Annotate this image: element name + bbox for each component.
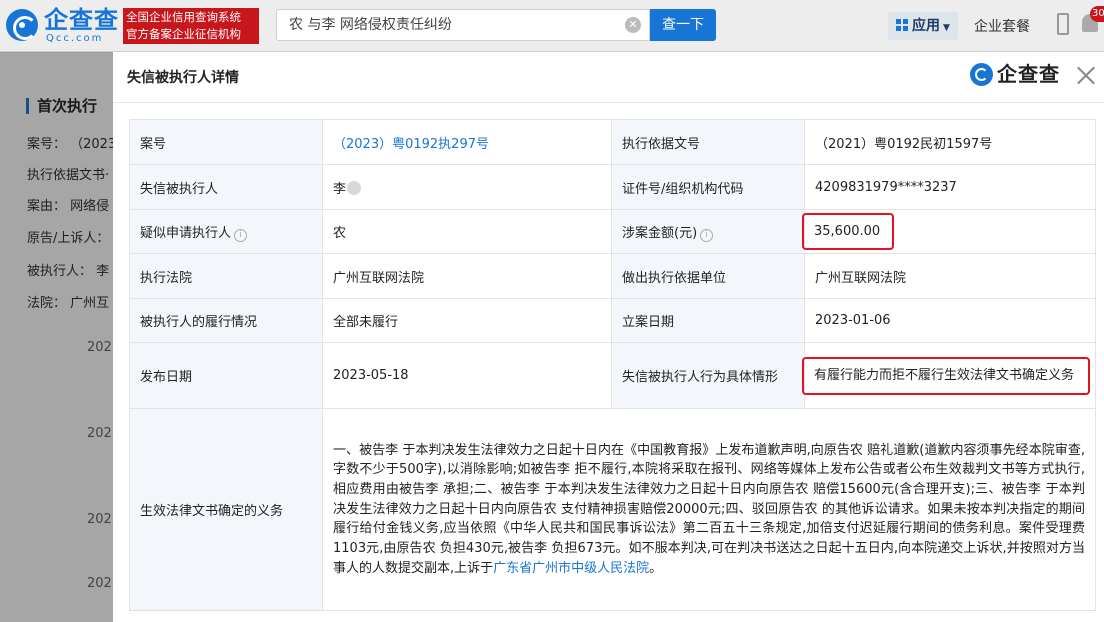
- bg-field: 法院： 广州互: [27, 296, 110, 311]
- behavior-cell: 有履行能力而拒不履行生效法律文书确定义务: [802, 342, 1096, 409]
- case-no-label: 案号: [129, 119, 323, 165]
- dishonest-debtor-detail-modal: 失信被执行人详情 企查查 案号 （2023）粤0192执297号 执行依据文号 …: [113, 52, 1104, 622]
- bg-field: 案号： （2023: [27, 137, 117, 152]
- table-row: 案号 （2023）粤0192执297号 执行依据文号 （2021）粤0192民初…: [129, 119, 1096, 165]
- qcc-logo-icon: [6, 9, 38, 41]
- redaction-mask: [347, 180, 362, 195]
- behavior-value: 有履行能力而拒不履行生效法律文书确定义务: [802, 356, 1090, 395]
- apps-menu-button[interactable]: 应用 ▼: [888, 12, 958, 40]
- logo-domain: Qcc.com: [46, 33, 104, 44]
- search-button[interactable]: 查一下: [650, 9, 716, 41]
- clear-icon[interactable]: ✕: [625, 17, 641, 33]
- mobile-app-icon[interactable]: [1057, 13, 1069, 35]
- modal-divider: [113, 102, 1104, 103]
- duty-text: 一、被告李 于本判决发生法律效力之日起十日内在《中国教育报》上发布道歉声明,向原…: [333, 442, 1085, 576]
- badge-line-2: 官方备案企业征信机构: [126, 27, 241, 41]
- table-row: 执行法院 广州互联网法院 做出执行依据单位 广州互联网法院: [129, 253, 1096, 299]
- applicant-label: 疑似申请执行人: [140, 225, 232, 241]
- qcc-logo[interactable]: 企查查 Qcc.com: [6, 7, 120, 45]
- apps-label: 应用: [912, 18, 940, 34]
- basis-unit-value: 广州互联网法院: [804, 253, 1096, 299]
- basis-doc-label: 执行依据文号: [611, 119, 805, 165]
- applicant-value: 农: [322, 209, 612, 254]
- court-value: 广州互联网法院: [322, 253, 612, 299]
- modal-logo-text: 企查查: [997, 62, 1060, 86]
- table-row: 失信被执行人 李 证件号/组织机构代码 4209831979****3237: [129, 164, 1096, 210]
- official-badge: 全国企业信用查询系统 官方备案企业征信机构: [123, 8, 259, 44]
- higher-court-link[interactable]: 广东省广州市中级人民法院: [493, 561, 649, 576]
- bg-field: 原告/上诉人：: [27, 231, 110, 246]
- duty-end: 。: [649, 560, 663, 576]
- case-no-link[interactable]: （2023）粤0192执297号: [322, 119, 612, 165]
- info-icon[interactable]: i: [700, 228, 714, 242]
- performance-value: 全部未履行: [322, 298, 612, 343]
- search-input-value: 农 与李 网络侵权责任纠纷: [289, 17, 452, 33]
- filing-date-value: 2023-01-06: [804, 298, 1096, 343]
- section-title: 首次执行: [26, 98, 97, 114]
- amount-label: 涉案金额(元): [622, 225, 698, 241]
- amount-label-cell: 涉案金额(元) i: [611, 209, 805, 254]
- notification-count-badge: 30: [1090, 6, 1104, 22]
- logo-text: 企查查: [44, 6, 119, 34]
- basis-unit-label: 做出执行依据单位: [611, 253, 805, 299]
- modal-logo: 企查查: [970, 62, 1064, 88]
- duty-cell: 一、被告李 于本判决发生法律效力之日起十日内在《中国教育报》上发布道歉声明,向原…: [322, 408, 1096, 611]
- court-label: 执行法院: [129, 253, 323, 299]
- modal-title: 失信被执行人详情: [127, 70, 239, 86]
- detail-table: 案号 （2023）粤0192执297号 执行依据文号 （2021）粤0192民初…: [129, 119, 1096, 611]
- person-value: 李: [333, 181, 347, 197]
- info-icon[interactable]: i: [234, 228, 248, 242]
- basis-doc-value: （2021）粤0192民初1597号: [804, 119, 1096, 165]
- table-row: 发布日期 2023-05-18 失信被执行人行为具体情形 有履行能力而拒不履行生…: [129, 342, 1096, 409]
- performance-label: 被执行人的履行情况: [129, 298, 323, 343]
- applicant-label-cell: 疑似申请执行人 i: [129, 209, 323, 254]
- publish-date-label: 发布日期: [129, 342, 323, 409]
- person-label: 失信被执行人: [129, 164, 323, 210]
- table-row: 生效法律文书确定的义务 一、被告李 于本判决发生法律效力之日起十日内在《中国教育…: [129, 408, 1096, 611]
- badge-line-1: 全国企业信用查询系统: [126, 10, 241, 24]
- enterprise-plan-link[interactable]: 企业套餐: [974, 16, 1030, 36]
- table-row: 被执行人的履行情况 全部未履行 立案日期 2023-01-06: [129, 298, 1096, 343]
- id-value: 4209831979****3237: [804, 164, 1096, 210]
- amount-cell: 35,600.00: [802, 209, 1096, 254]
- chevron-down-icon: ▼: [943, 23, 950, 33]
- filing-date-label: 立案日期: [611, 298, 805, 343]
- publish-date-value: 2023-05-18: [322, 342, 612, 409]
- id-label: 证件号/组织机构代码: [611, 164, 805, 210]
- close-icon[interactable]: [1075, 64, 1097, 86]
- qcc-logo-icon: [970, 63, 993, 86]
- amount-value: 35,600.00: [802, 213, 895, 250]
- bg-field: 执行依据文书·: [27, 168, 110, 183]
- person-cell: 李: [322, 164, 612, 210]
- top-header: 企查查 Qcc.com 全国企业信用查询系统 官方备案企业征信机构 农 与李 网…: [0, 0, 1104, 52]
- bg-field: 被执行人： 李: [27, 264, 110, 279]
- table-row: 疑似申请执行人 i 农 涉案金额(元) i 35,600.00: [129, 209, 1096, 254]
- bg-field: 案由： 网络侵: [27, 199, 110, 214]
- duty-label: 生效法律文书确定的义务: [129, 408, 323, 611]
- search-input[interactable]: 农 与李 网络侵权责任纠纷 ✕: [276, 9, 650, 41]
- behavior-label: 失信被执行人行为具体情形: [611, 342, 805, 409]
- grid-icon: [896, 19, 908, 31]
